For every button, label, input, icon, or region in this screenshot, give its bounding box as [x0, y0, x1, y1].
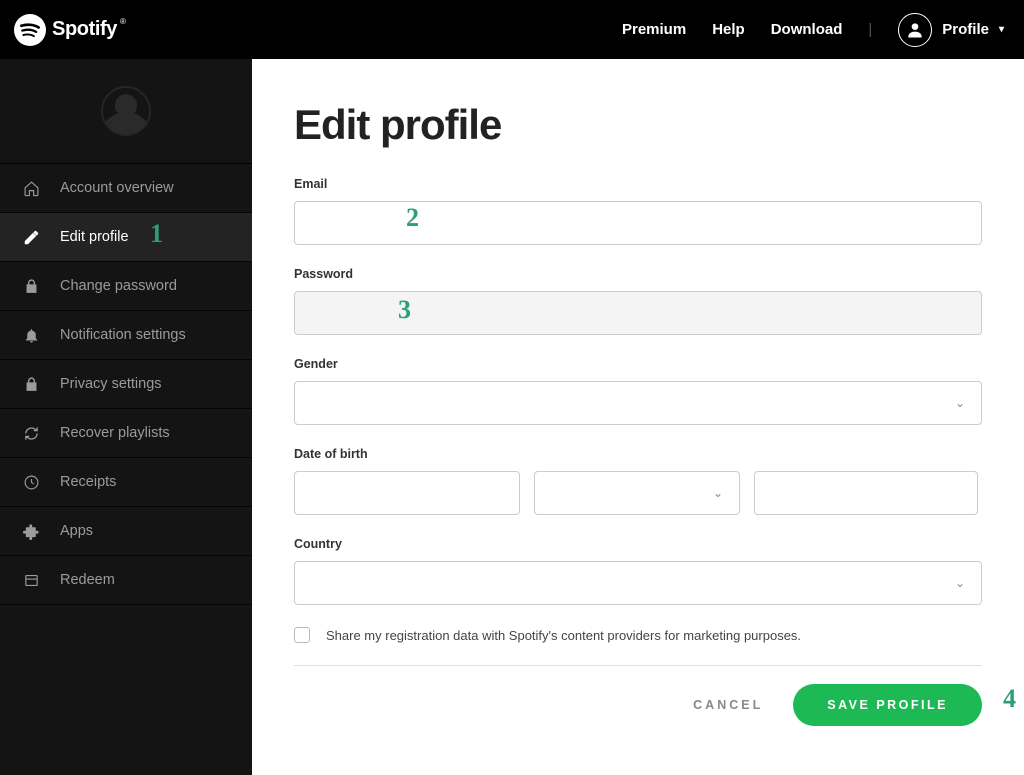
chevron-down-icon: ⌄ [955, 576, 965, 590]
sidebar-item-label: Apps [60, 523, 93, 539]
main: Account overview Edit profile 1 Change p… [0, 59, 1024, 775]
bell-icon [22, 327, 40, 344]
registered-mark: ® [120, 17, 126, 26]
sidebar-avatar-wrap [0, 59, 252, 164]
field-country: Country ⌄ [294, 537, 982, 605]
marketing-checkbox-row: Share my registration data with Spotify'… [294, 627, 982, 643]
button-row: CANCEL SAVE PROFILE 4 [294, 684, 982, 726]
nav-divider: | [868, 21, 872, 38]
sidebar-item-label: Edit profile [60, 229, 129, 245]
sidebar-item-label: Privacy settings [60, 376, 162, 392]
profile-label: Profile [942, 21, 989, 38]
email-input[interactable] [294, 201, 982, 245]
sidebar-item-label: Redeem [60, 572, 115, 588]
logo[interactable]: Spotify ® [14, 14, 129, 46]
chevron-down-icon: ⌄ [713, 486, 723, 500]
dob-month-select[interactable]: ⌄ [534, 471, 740, 515]
nav-help[interactable]: Help [712, 21, 745, 38]
field-email: Email 2 [294, 177, 982, 245]
puzzle-icon [22, 523, 40, 540]
page-title: Edit profile [294, 101, 982, 149]
save-profile-button[interactable]: SAVE PROFILE [793, 684, 982, 726]
field-dob: Date of birth ⌄ [294, 447, 982, 515]
nav-download[interactable]: Download [771, 21, 843, 38]
country-select[interactable]: ⌄ [294, 561, 982, 605]
avatar-placeholder-icon [101, 86, 151, 136]
sidebar-item-edit-profile[interactable]: Edit profile 1 [0, 213, 252, 262]
sidebar-item-label: Recover playlists [60, 425, 170, 441]
sidebar-item-change-password[interactable]: Change password [0, 262, 252, 311]
chevron-down-icon: ⌄ [955, 396, 965, 410]
sidebar-item-notification-settings[interactable]: Notification settings [0, 311, 252, 360]
sidebar: Account overview Edit profile 1 Change p… [0, 59, 252, 775]
gender-select[interactable]: ⌄ [294, 381, 982, 425]
label-gender: Gender [294, 357, 982, 371]
marketing-checkbox-label: Share my registration data with Spotify'… [326, 628, 801, 643]
sidebar-item-privacy-settings[interactable]: Privacy settings [0, 360, 252, 409]
content: Edit profile Email 2 Password 3 Gender ⌄… [252, 59, 1024, 775]
card-icon [22, 572, 40, 589]
topbar: Spotify ® Premium Help Download | Profil… [0, 0, 1024, 59]
profile-menu[interactable]: Profile ▾ [898, 13, 1004, 47]
chevron-down-icon: ▾ [999, 24, 1004, 35]
field-password: Password 3 [294, 267, 982, 335]
annotation-4: 4 [1003, 684, 1016, 714]
home-icon [22, 180, 40, 197]
label-dob: Date of birth [294, 447, 982, 461]
pencil-icon [22, 229, 40, 246]
password-input[interactable] [294, 291, 982, 335]
label-country: Country [294, 537, 982, 551]
sidebar-item-label: Receipts [60, 474, 116, 490]
sidebar-item-redeem[interactable]: Redeem [0, 556, 252, 605]
sidebar-item-label: Change password [60, 278, 177, 294]
clock-icon [22, 474, 40, 491]
avatar-icon [898, 13, 932, 47]
refresh-icon [22, 425, 40, 442]
sidebar-item-recover-playlists[interactable]: Recover playlists [0, 409, 252, 458]
label-email: Email [294, 177, 982, 191]
label-password: Password [294, 267, 982, 281]
lock-icon [22, 278, 40, 295]
nav-premium[interactable]: Premium [622, 21, 686, 38]
sidebar-item-receipts[interactable]: Receipts [0, 458, 252, 507]
sidebar-item-overview[interactable]: Account overview [0, 164, 252, 213]
dob-day-input[interactable] [294, 471, 520, 515]
annotation-1: 1 [150, 219, 163, 249]
spotify-logo-icon [14, 14, 46, 46]
cancel-button[interactable]: CANCEL [693, 698, 763, 712]
field-gender: Gender ⌄ [294, 357, 982, 425]
dob-year-input[interactable] [754, 471, 978, 515]
sidebar-item-label: Notification settings [60, 327, 186, 343]
brand-name: Spotify [52, 18, 117, 41]
marketing-checkbox[interactable] [294, 627, 310, 643]
top-nav: Premium Help Download | Profile ▾ [622, 13, 1004, 47]
separator [294, 665, 982, 666]
lock-icon [22, 376, 40, 393]
sidebar-item-apps[interactable]: Apps [0, 507, 252, 556]
sidebar-item-label: Account overview [60, 180, 174, 196]
